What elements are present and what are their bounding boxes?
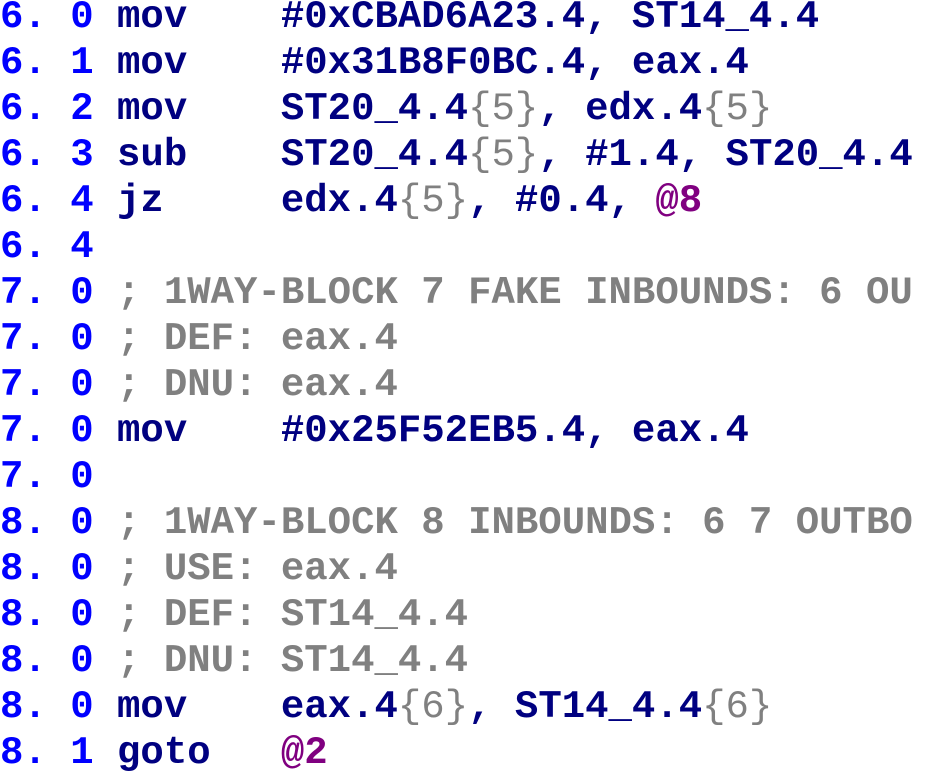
line-number: 7. 0	[0, 317, 94, 361]
instruction-line[interactable]: 8. 1 goto @2	[0, 730, 913, 776]
mnemonic: mov	[117, 0, 281, 39]
mnemonic: goto	[117, 731, 281, 775]
operand: , #1.4, ST20_4.4	[538, 133, 913, 177]
line-number: 6. 4	[0, 179, 94, 223]
comment-text: ; DEF: ST14_4.4	[117, 593, 469, 637]
mnemonic: mov	[117, 87, 281, 131]
comment-line[interactable]: 8. 0 ; USE: eax.4	[0, 546, 913, 592]
operand: eax.4	[280, 685, 398, 729]
line-number: 6. 3	[0, 133, 94, 177]
instruction-line[interactable]: 7. 0 mov #0x25F52EB5.4, eax.4	[0, 408, 913, 454]
version-tag: {6}	[397, 685, 469, 729]
mnemonic: mov	[117, 41, 281, 85]
instruction-line[interactable]: 6. 1 mov #0x31B8F0BC.4, eax.4	[0, 40, 913, 86]
empty-line[interactable]: 7. 0	[0, 454, 913, 500]
operand: , eax.4	[585, 409, 749, 453]
line-number: 7. 0	[0, 455, 94, 499]
comment-line[interactable]: 7. 0 ; DNU: eax.4	[0, 362, 913, 408]
mnemonic: mov	[117, 685, 281, 729]
mnemonic: mov	[117, 409, 281, 453]
operand: , eax.4	[585, 41, 749, 85]
instruction-line[interactable]: 8. 0 mov eax.4{6}, ST14_4.4{6}	[0, 684, 913, 730]
instruction-line[interactable]: 6. 3 sub ST20_4.4{5}, #1.4, ST20_4.4	[0, 132, 913, 178]
version-tag: {5}	[397, 179, 469, 223]
instruction-line[interactable]: 6. 0 mov #0xCBAD6A23.4, ST14_4.4	[0, 0, 913, 40]
line-number: 8. 0	[0, 547, 94, 591]
version-tag: {5}	[468, 87, 539, 131]
microcode-listing: 6. 0 mov #0xCBAD6A23.4, ST14_4.4 6. 1 mov…	[0, 0, 913, 776]
line-number: 6. 1	[0, 41, 94, 85]
mnemonic: jz	[117, 179, 281, 223]
line-number: 8. 0	[0, 639, 94, 683]
line-number: 8. 0	[0, 593, 94, 637]
operand: #0xCBAD6A23.4	[280, 0, 586, 39]
line-number: 6. 2	[0, 87, 94, 131]
line-number: 6. 4	[0, 225, 94, 269]
jump-label-link[interactable]: @8	[655, 179, 702, 223]
comment-text: ; 1WAY-BLOCK 7 FAKE INBOUNDS: 6 OU	[117, 271, 913, 315]
operand: #0x25F52EB5.4	[280, 409, 586, 453]
operand: , ST14_4.4	[585, 0, 820, 39]
comment-text: ; DEF: eax.4	[117, 317, 398, 361]
comment-text: ; USE: eax.4	[117, 547, 398, 591]
comment-line[interactable]: 8. 0 ; DEF: ST14_4.4	[0, 592, 913, 638]
mnemonic: sub	[117, 133, 281, 177]
line-number: 8. 1	[0, 731, 94, 775]
line-number: 7. 0	[0, 271, 94, 315]
operand: ST20_4.4	[280, 133, 469, 177]
comment-line[interactable]: 8. 0 ; DNU: ST14_4.4	[0, 638, 913, 684]
version-tag: {5}	[468, 133, 539, 177]
operand: #0x31B8F0BC.4	[280, 41, 586, 85]
version-tag: {5}	[702, 87, 773, 131]
operand: , #0.4,	[468, 179, 656, 223]
operand: , ST14_4.4	[468, 685, 703, 729]
jump-label-link[interactable]: @2	[281, 731, 328, 775]
comment-text: ; DNU: ST14_4.4	[117, 639, 469, 683]
comment-text: ; DNU: eax.4	[117, 363, 398, 407]
operand: , edx.4	[538, 87, 703, 131]
line-number: 6. 0	[0, 0, 94, 39]
comment-text: ; 1WAY-BLOCK 8 INBOUNDS: 6 7 OUTBO	[117, 501, 913, 545]
comment-line[interactable]: 7. 0 ; 1WAY-BLOCK 7 FAKE INBOUNDS: 6 OU	[0, 270, 913, 316]
line-number: 7. 0	[0, 409, 94, 453]
line-number: 7. 0	[0, 363, 94, 407]
instruction-line[interactable]: 6. 2 mov ST20_4.4{5}, edx.4{5}	[0, 86, 913, 132]
comment-line[interactable]: 8. 0 ; 1WAY-BLOCK 8 INBOUNDS: 6 7 OUTBO	[0, 500, 913, 546]
line-number: 8. 0	[0, 501, 94, 545]
version-tag: {6}	[702, 685, 773, 729]
line-number: 8. 0	[0, 685, 94, 729]
instruction-line[interactable]: 6. 4 jz edx.4{5}, #0.4, @8	[0, 178, 913, 224]
empty-line[interactable]: 6. 4	[0, 224, 913, 270]
operand: edx.4	[280, 179, 398, 223]
comment-line[interactable]: 7. 0 ; DEF: eax.4	[0, 316, 913, 362]
operand: ST20_4.4	[280, 87, 469, 131]
